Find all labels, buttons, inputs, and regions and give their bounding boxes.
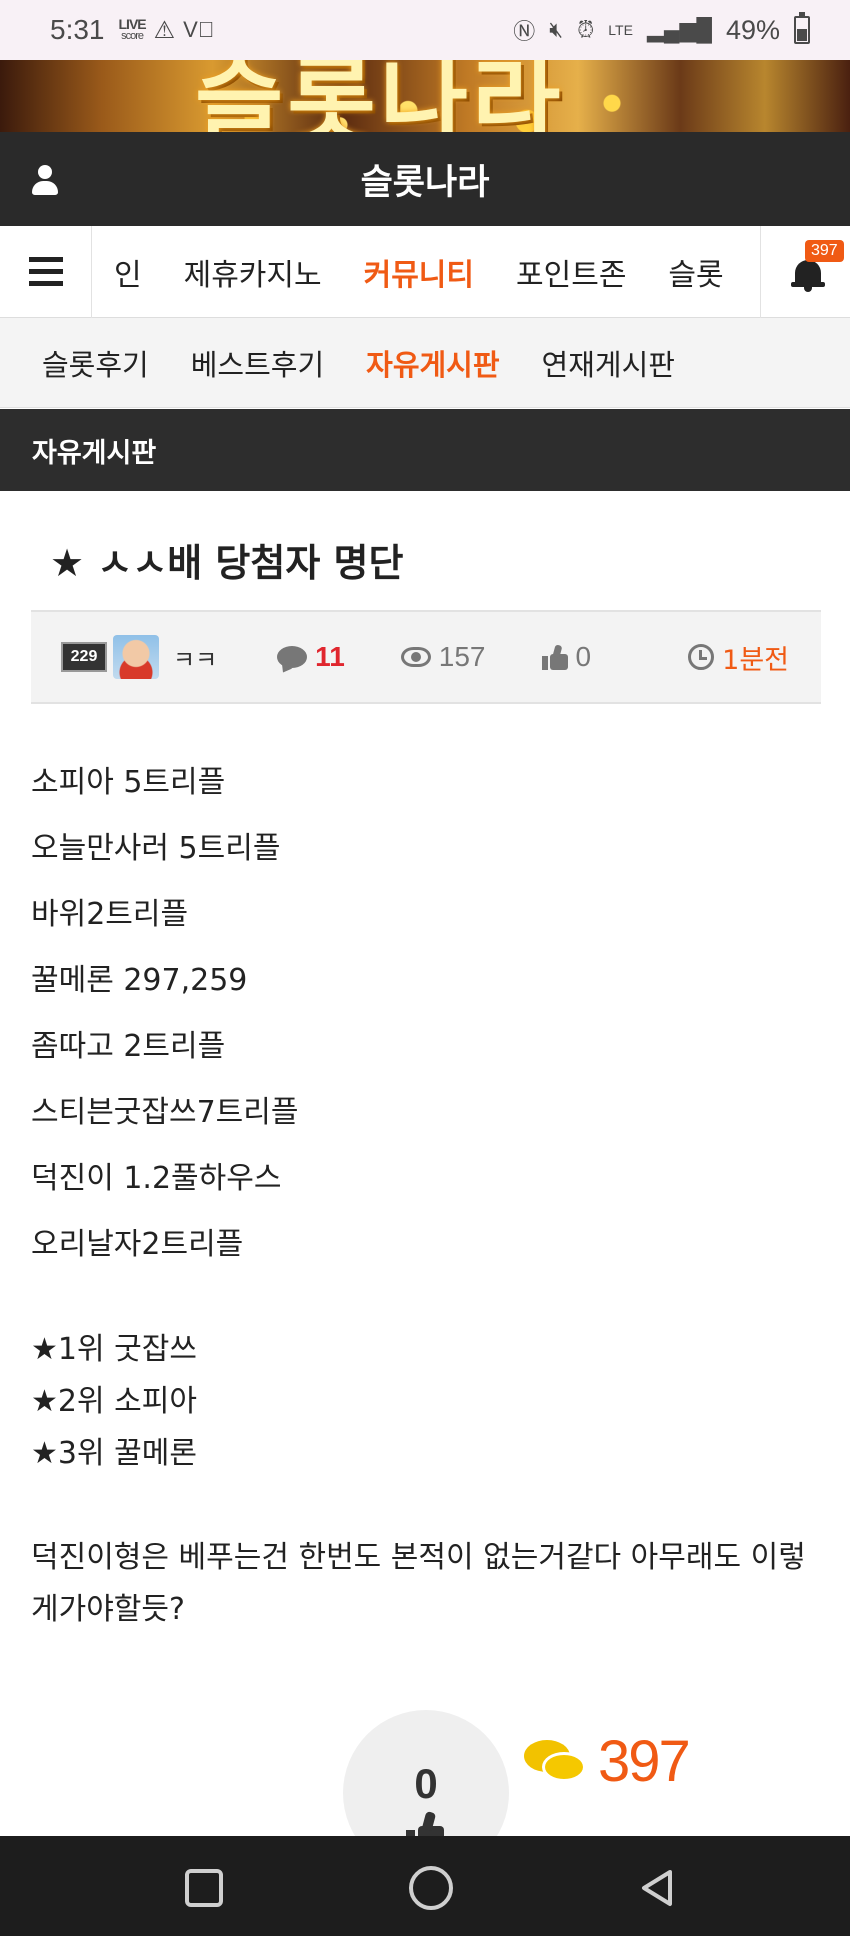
status-bar: 5:31 LIVE score ⚠ V⃠ Ⓝ 🔇︎ ⏰︎ LTE ▂▄▆█ 49… xyxy=(0,0,850,60)
post-time: 1분전 xyxy=(688,638,789,677)
volte-icon: V⃠ xyxy=(183,17,215,42)
mute-icon: 🔇︎ xyxy=(549,17,564,42)
nav-item-slot[interactable]: 슬롯 xyxy=(668,250,723,294)
comments-icon xyxy=(524,1736,588,1788)
top-header: 슬롯나라 xyxy=(0,132,850,226)
thumbs-up-icon xyxy=(541,644,568,670)
total-comments-count: 397 xyxy=(598,1729,691,1794)
like-count: 0 xyxy=(541,641,591,673)
post-line: 소피아 5트리플 xyxy=(31,765,226,800)
post-line: 꿀메론 297,259 xyxy=(31,963,248,998)
status-left-icons: LIVE score ⚠ V⃠ xyxy=(119,16,215,45)
recommend-count: 0 xyxy=(414,1760,438,1807)
clock-icon xyxy=(688,644,715,670)
subnav-best-review[interactable]: 베스트후기 xyxy=(191,342,324,384)
view-count: 157 xyxy=(400,641,486,673)
nav-item-login[interactable]: 인 xyxy=(114,250,142,294)
rank-line: ★3위 꿀메론 xyxy=(31,1436,197,1471)
notification-badge: 397 xyxy=(805,239,844,262)
android-nav-bar xyxy=(0,1836,850,1936)
post-line: 덕진이 1.2풀하우스 xyxy=(31,1161,282,1196)
sub-nav: 슬롯후기 베스트후기 자유게시판 연재게시판 xyxy=(0,318,850,408)
nav-item-point-zone[interactable]: 포인트존 xyxy=(516,250,626,294)
bell-icon xyxy=(791,258,825,292)
back-icon[interactable] xyxy=(636,1866,680,1910)
lte-icon: LTE xyxy=(608,22,633,38)
alarm-icon: ⏰︎ xyxy=(577,17,595,42)
subnav-slot-review[interactable]: 슬롯후기 xyxy=(42,342,149,384)
post-line: 오늘만사러 5트리플 xyxy=(31,831,281,866)
signal-icon: ▂▄▆█ xyxy=(646,17,712,42)
level-badge: 229 xyxy=(61,642,107,672)
status-time: 5:31 xyxy=(50,14,105,45)
board-title: 자유게시판 xyxy=(0,409,850,491)
recent-apps-icon[interactable] xyxy=(185,1869,223,1907)
post-closing: 덕진이형은 베푸는건 한번도 본적이 없는거같다 아무래도 이렇게가야할듯? xyxy=(31,1540,806,1627)
battery-icon xyxy=(794,12,810,44)
home-icon[interactable] xyxy=(409,1866,453,1910)
rank-line: ★1위 굿잡쓰 xyxy=(31,1332,197,1367)
eye-icon xyxy=(400,647,431,667)
comment-icon xyxy=(277,646,308,668)
live-score-icon: LIVE score xyxy=(118,16,147,42)
site-title[interactable]: 슬롯나라 xyxy=(361,154,490,205)
notification-button[interactable]: 397 xyxy=(760,225,850,318)
subnav-serial-board[interactable]: 연재게시판 xyxy=(542,342,675,384)
nav-item-partner-casino[interactable]: 제휴카지노 xyxy=(184,250,322,294)
author-name[interactable]: ㅋㅋ xyxy=(173,640,217,675)
post-meta: 229 ㅋㅋ 11 157 0 1분전 xyxy=(31,610,821,704)
post-line: 바위2트리플 xyxy=(31,897,189,932)
menu-icon[interactable] xyxy=(0,225,92,318)
total-comments[interactable]: 397 xyxy=(524,1728,691,1795)
post-line: 스티븐굿잡쓰7트리플 xyxy=(31,1095,299,1130)
rank-line: ★2위 소피아 xyxy=(31,1384,197,1419)
site-banner[interactable]: 슬롯나라 xyxy=(0,60,850,132)
comment-count: 11 xyxy=(277,641,345,673)
warning-icon: ⚠ xyxy=(153,16,176,44)
subnav-free-board[interactable]: 자유게시판 xyxy=(366,342,499,384)
battery-percent: 49% xyxy=(725,14,780,45)
main-nav-items: 인 제휴카지노 커뮤니티 포인트존 슬롯 xyxy=(92,226,760,318)
user-icon[interactable] xyxy=(30,165,60,197)
main-nav: 인 제휴카지노 커뮤니티 포인트존 슬롯 397 xyxy=(0,225,850,318)
post-line: 좀따고 2트리플 xyxy=(31,1029,226,1064)
avatar[interactable] xyxy=(113,635,159,679)
banner-logo: 슬롯나라 xyxy=(195,60,565,132)
nav-item-community[interactable]: 커뮤니티 xyxy=(364,250,474,294)
post-body: 소피아 5트리플 오늘만사러 5트리플 바위2트리플 꿀메론 297,259 좀… xyxy=(31,750,821,1636)
post-title: ★ ㅅㅅ배 당첨자 명단 xyxy=(50,541,404,585)
nfc-icon: Ⓝ xyxy=(513,19,536,44)
status-right-icons: Ⓝ 🔇︎ ⏰︎ LTE ▂▄▆█ 49% xyxy=(513,12,810,46)
post-line: 오리날자2트리플 xyxy=(31,1227,244,1262)
